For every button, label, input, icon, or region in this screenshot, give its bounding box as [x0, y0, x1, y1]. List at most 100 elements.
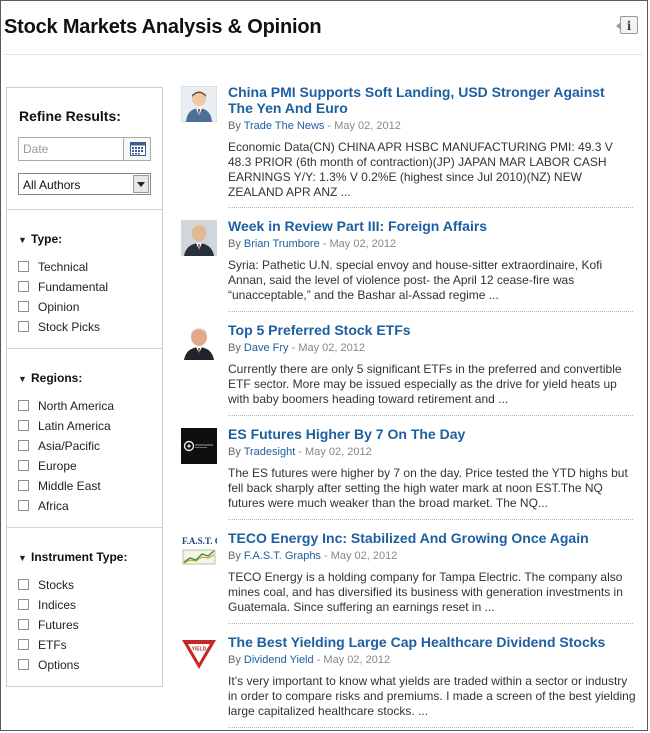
article-separator: [228, 519, 633, 520]
author-avatar-dave-fry[interactable]: [181, 324, 217, 360]
checkbox-label: Futures: [38, 618, 79, 632]
checkbox-label: Technical: [38, 260, 89, 274]
article-date: - May 02, 2012: [316, 654, 391, 666]
sidebar-divider: [7, 209, 162, 210]
article-meta: By F.A.S.T. Graphs - May 02, 2012: [228, 550, 398, 562]
article-summary: It’s very important to know what yields …: [228, 674, 636, 718]
article-separator: [228, 207, 633, 208]
article-summary: The ES futures were higher by 7 on the d…: [228, 466, 628, 510]
article-summary: Economic Data(CN) CHINA APR HSBC MANUFAC…: [228, 140, 613, 199]
article-author-link[interactable]: Dividend Yield: [244, 654, 314, 666]
checkbox[interactable]: [18, 440, 29, 451]
article-meta: By Dividend Yield - May 02, 2012: [228, 654, 391, 666]
article-author-link[interactable]: Trade The News: [244, 120, 325, 132]
author-avatar-dividend-yield[interactable]: YIELD: [181, 636, 217, 672]
yield-sign-icon: YIELD: [181, 636, 217, 672]
article-meta: By Tradesight - May 02, 2012: [228, 446, 372, 458]
checkbox-label: Europe: [38, 459, 77, 473]
checkbox-label: Stock Picks: [38, 320, 101, 334]
info-icon[interactable]: i: [616, 16, 638, 34]
article-author-link[interactable]: F.A.S.T. Graphs: [244, 550, 321, 562]
article-separator: [228, 727, 633, 728]
author-avatar-brian-trumbore[interactable]: [181, 220, 217, 256]
article-summary: Currently there are only 5 significant E…: [228, 362, 622, 406]
article-title-link[interactable]: China PMI Supports Soft Landing, USD Str…: [228, 84, 628, 116]
author-photo-icon: [181, 220, 217, 256]
author-avatar-trade-the-news[interactable]: [181, 86, 217, 122]
article-title-link[interactable]: Week in Review Part III: Foreign Affairs: [228, 218, 628, 234]
checkbox-label: Opinion: [38, 300, 80, 314]
article-separator: [228, 415, 633, 416]
article-meta: By Trade The News - May 02, 2012: [228, 120, 401, 132]
author-select[interactable]: All Authors: [18, 173, 151, 195]
checkbox-label: Africa: [38, 499, 69, 513]
checkbox[interactable]: [18, 599, 29, 610]
article-summary: TECO Energy is a holding company for Tam…: [228, 570, 623, 614]
person-silhouette-icon: [181, 86, 217, 122]
checkbox[interactable]: [18, 281, 29, 292]
chevron-down-icon: ▼: [18, 553, 27, 563]
article-meta: By Dave Fry - May 02, 2012: [228, 342, 365, 354]
article-author-link[interactable]: Brian Trumbore: [244, 238, 320, 250]
article-date: - May 02, 2012: [291, 342, 365, 354]
filter-heading-instrument-type[interactable]: ▼ Instrument Type:: [18, 550, 127, 564]
checkbox-label: Middle East: [38, 479, 101, 493]
checkbox[interactable]: [18, 659, 29, 670]
tradesight-logo-icon: [181, 428, 217, 464]
checkbox[interactable]: [18, 301, 29, 312]
article-separator: [228, 311, 633, 312]
article-summary: Syria: Pathetic U.N. special envoy and h…: [228, 258, 603, 302]
checkbox[interactable]: [18, 420, 29, 431]
filter-heading-type[interactable]: ▼ Type:: [18, 232, 62, 246]
article-date: - May 02, 2012: [327, 120, 401, 132]
checkbox[interactable]: [18, 619, 29, 630]
refine-results-heading: Refine Results:: [19, 108, 121, 124]
checkbox[interactable]: [18, 460, 29, 471]
article-date: - May 02, 2012: [324, 550, 398, 562]
date-input[interactable]: [18, 137, 124, 161]
checkbox[interactable]: [18, 321, 29, 332]
author-avatar-tradesight[interactable]: [181, 428, 217, 464]
article-author-link[interactable]: Dave Fry: [244, 342, 289, 354]
article-date: - May 02, 2012: [322, 238, 397, 250]
page-title: Stock Markets Analysis & Opinion: [4, 16, 322, 38]
checkbox-label: Asia/Pacific: [38, 439, 101, 453]
checkbox[interactable]: [18, 500, 29, 511]
chevron-down-icon: ▼: [18, 374, 27, 384]
calendar-button[interactable]: [123, 137, 151, 161]
checkbox-label: Stocks: [38, 578, 75, 592]
chevron-down-icon: ▼: [18, 235, 27, 245]
checkbox-label: ETFs: [38, 638, 67, 652]
calendar-icon: [130, 142, 146, 156]
checkbox[interactable]: [18, 400, 29, 411]
yield-sign-text: YIELD: [192, 647, 207, 653]
article-title-link[interactable]: ES Futures Higher By 7 On The Day: [228, 426, 628, 442]
checkbox[interactable]: [18, 480, 29, 491]
sidebar-divider: [7, 527, 162, 528]
checkbox-label: North America: [38, 399, 115, 413]
filter-heading-regions[interactable]: ▼ Regions:: [18, 371, 82, 385]
checkbox[interactable]: [18, 579, 29, 590]
sidebar-divider: [7, 348, 162, 349]
checkbox-label: Latin America: [38, 419, 111, 433]
article-title-link[interactable]: Top 5 Preferred Stock ETFs: [228, 322, 628, 338]
author-photo-icon: [181, 324, 217, 360]
author-select-value: All Authors: [23, 178, 81, 192]
checkbox-label: Indices: [38, 598, 77, 612]
article-meta: By Brian Trumbore - May 02, 2012: [228, 238, 397, 250]
article-separator: [228, 623, 633, 624]
fast-graphs-logo-icon: F.A.S.T. Graphs: [181, 532, 217, 568]
article-author-link[interactable]: Tradesight: [244, 446, 296, 458]
checkbox-label: Options: [38, 658, 80, 672]
author-avatar-fast-graphs[interactable]: F.A.S.T. Graphs: [181, 532, 217, 568]
chevron-down-icon[interactable]: [133, 175, 149, 193]
refine-sidebar: Refine Results: All Authors ▼Type: Techn…: [6, 87, 163, 687]
article-title-link[interactable]: TECO Energy Inc: Stabilized And Growing …: [228, 530, 628, 546]
article-date: - May 02, 2012: [298, 446, 372, 458]
article-title-link[interactable]: The Best Yielding Large Cap Healthcare D…: [228, 634, 628, 650]
checkbox[interactable]: [18, 639, 29, 650]
fast-graphs-logo-text: F.A.S.T. Graphs: [182, 536, 217, 546]
title-divider: [4, 54, 642, 55]
checkbox-label: Fundamental: [38, 280, 109, 294]
checkbox[interactable]: [18, 261, 29, 272]
